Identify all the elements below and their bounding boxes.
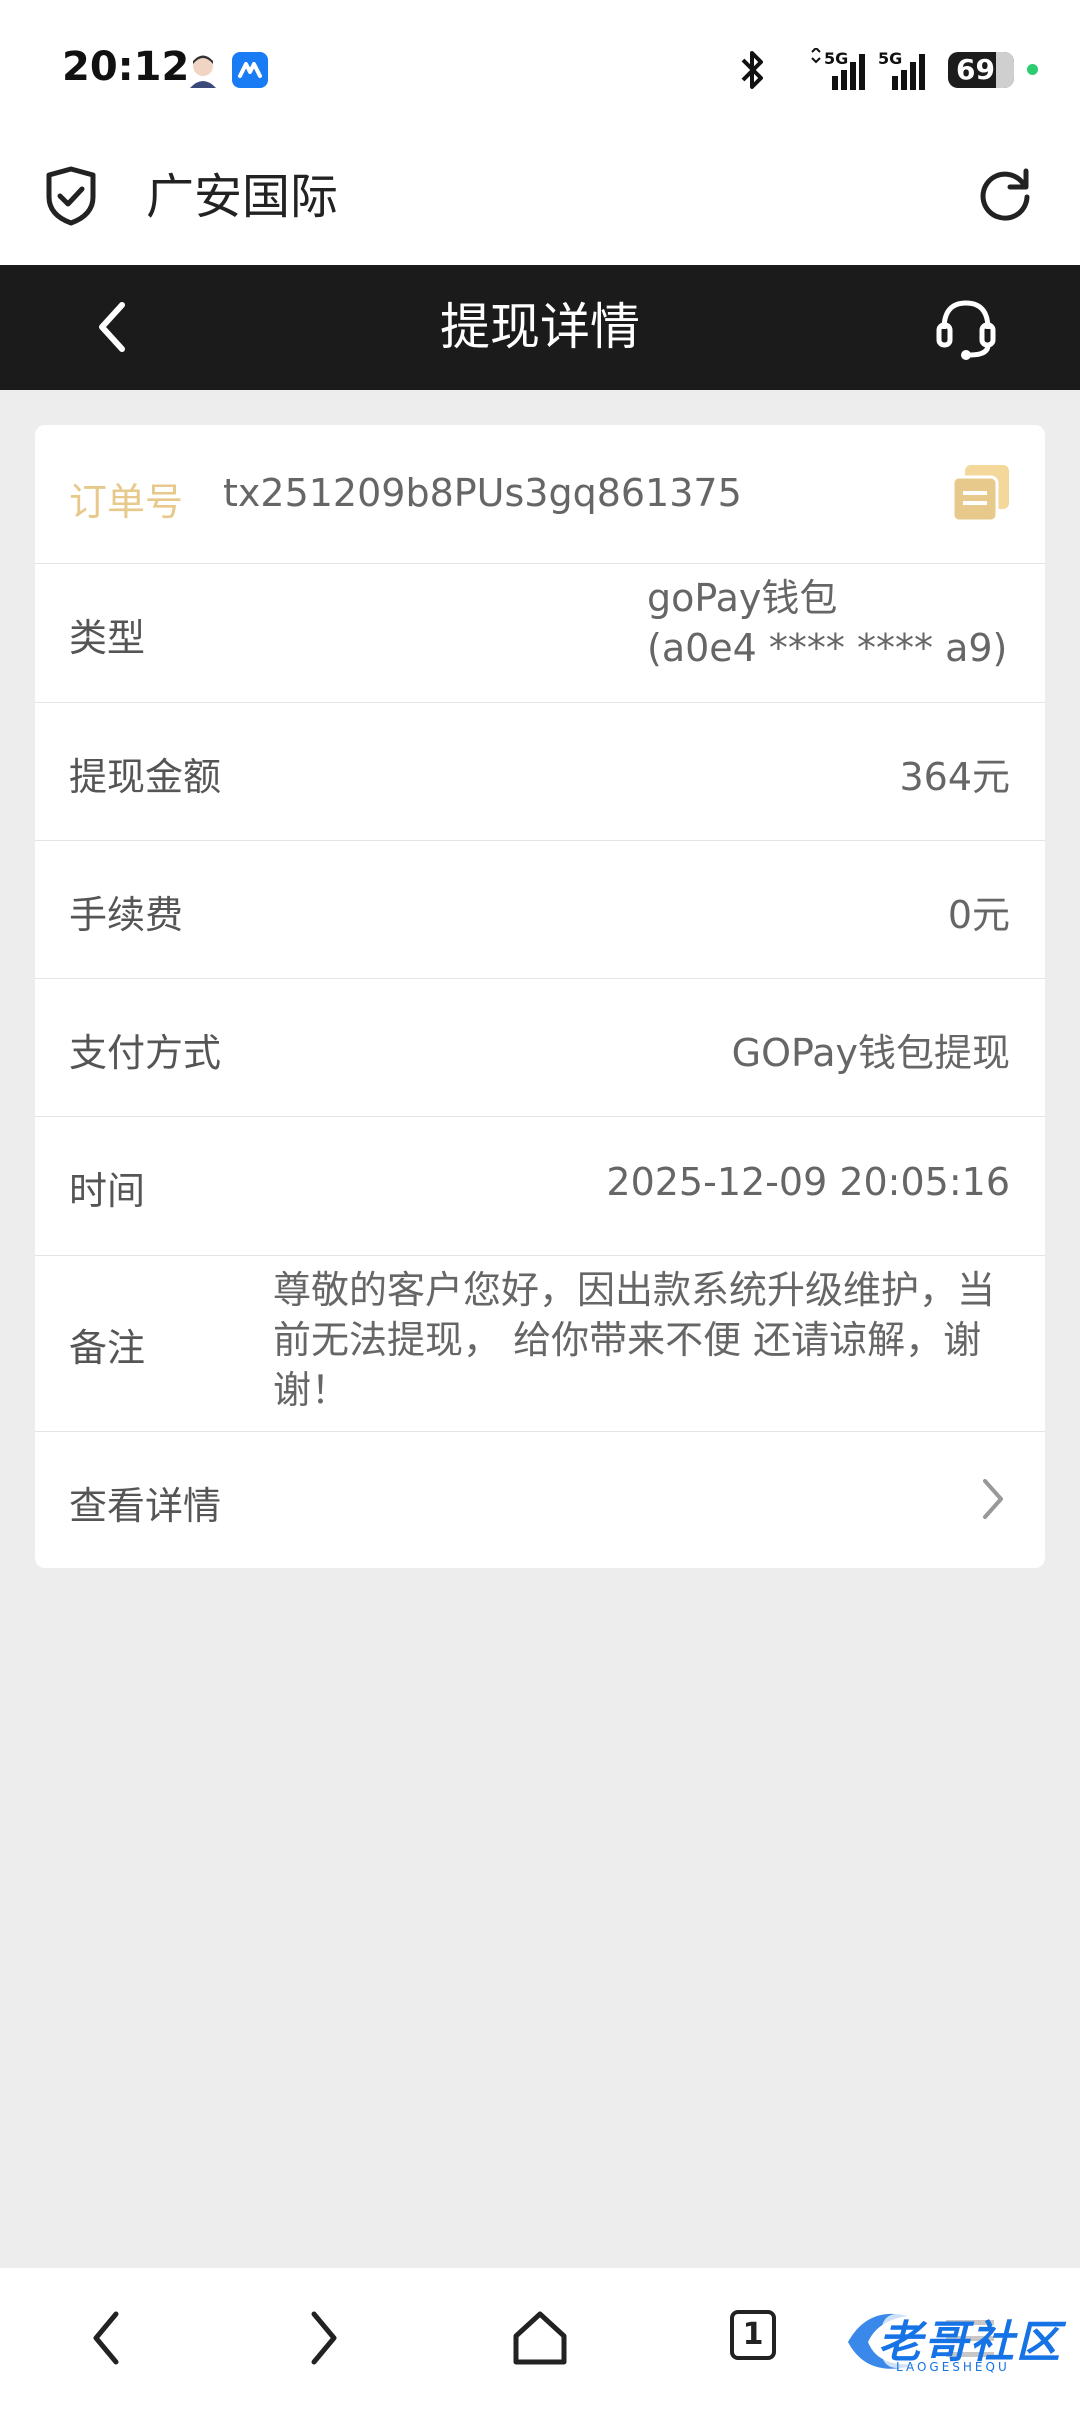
- bluetooth-icon: [741, 51, 763, 89]
- time-value: 2025-12-09 20:05:16: [606, 1160, 1010, 1204]
- status-time: 20:12: [62, 44, 190, 90]
- status-indicator-dot: [1027, 64, 1038, 75]
- avatar-notification-icon: [190, 55, 216, 88]
- type-value: goPay钱包 (a0e4 **** **** a9): [647, 573, 1007, 673]
- amount-value: 364元: [899, 755, 1010, 799]
- signal-5g-icon: 5G: [811, 48, 865, 90]
- time-label: 时间: [69, 1169, 146, 1213]
- type-label: 类型: [69, 616, 146, 660]
- remark-label: 备注: [69, 1326, 146, 1370]
- customer-service-headset-icon[interactable]: [934, 295, 998, 361]
- home-icon[interactable]: [510, 2308, 570, 2368]
- battery-icon: 69: [948, 52, 1014, 88]
- order-number-row: 订单号 tx251209b8PUs3gq861375: [35, 425, 1045, 564]
- back-button[interactable]: [92, 297, 132, 357]
- forward-arrow-icon[interactable]: [304, 2308, 344, 2368]
- nav-bar: 提现详情: [0, 265, 1080, 390]
- wallet-name: goPay钱包: [647, 576, 838, 620]
- watermark-logo: 老哥社区 LAOGESHEQU: [838, 2302, 1068, 2382]
- browser-bottom-bar: 1 老哥社区 LAOGESHEQU: [0, 2268, 1080, 2412]
- network-label-1: 5G: [824, 49, 848, 68]
- wallet-account: (a0e4 **** **** a9): [647, 626, 1008, 670]
- network-label-2: 5G: [878, 49, 902, 68]
- time-row: 时间 2025-12-09 20:05:16: [35, 1116, 1045, 1256]
- chevron-right-icon: [983, 1479, 1003, 1519]
- copy-icon[interactable]: [951, 463, 1011, 523]
- fee-value: 0元: [947, 893, 1010, 937]
- status-bar: 20:12 5G 5G 69: [0, 0, 1080, 135]
- amount-row: 提现金额 364元: [35, 702, 1045, 841]
- order-number-label: 订单号: [69, 480, 184, 524]
- type-row: 类型 goPay钱包 (a0e4 **** **** a9): [35, 563, 1045, 703]
- refresh-icon[interactable]: [976, 165, 1034, 223]
- payment-method-value: GOPay钱包提现: [731, 1031, 1010, 1075]
- order-number-value: tx251209b8PUs3gq861375: [223, 471, 742, 515]
- shield-check-icon[interactable]: [44, 165, 98, 227]
- tab-count-button[interactable]: 1: [730, 2310, 776, 2360]
- view-details-label: 查看详情: [69, 1484, 222, 1528]
- remark-value: 尊敬的客户您好，因出款系统升级维护，当前无法提现， 给你带来不便 还请谅解，谢谢…: [273, 1268, 996, 1412]
- amount-label: 提现金额: [69, 755, 222, 799]
- withdrawal-detail-card: 订单号 tx251209b8PUs3gq861375 类型 goPay钱包 (a…: [35, 425, 1045, 1568]
- signal-5g-icon-2: 5G: [878, 49, 925, 90]
- browser-bar: 广安国际: [0, 135, 1080, 265]
- watermark-subtext: LAOGESHEQU: [896, 2360, 1010, 2374]
- remark-row: 备注 尊敬的客户您好，因出款系统升级维护，当前无法提现， 给你带来不便 还请谅解…: [35, 1255, 1045, 1432]
- payment-method-label: 支付方式: [69, 1031, 222, 1075]
- view-details-row[interactable]: 查看详情: [35, 1431, 1045, 1568]
- fee-row: 手续费 0元: [35, 840, 1045, 979]
- app-notification-icon: [232, 52, 268, 88]
- back-arrow-icon[interactable]: [86, 2308, 126, 2368]
- fee-label: 手续费: [69, 893, 184, 937]
- payment-method-row: 支付方式 GOPay钱包提现: [35, 978, 1045, 1117]
- site-title: 广安国际: [146, 169, 339, 225]
- page-title: 提现详情: [440, 298, 640, 356]
- battery-level: 69: [956, 53, 995, 86]
